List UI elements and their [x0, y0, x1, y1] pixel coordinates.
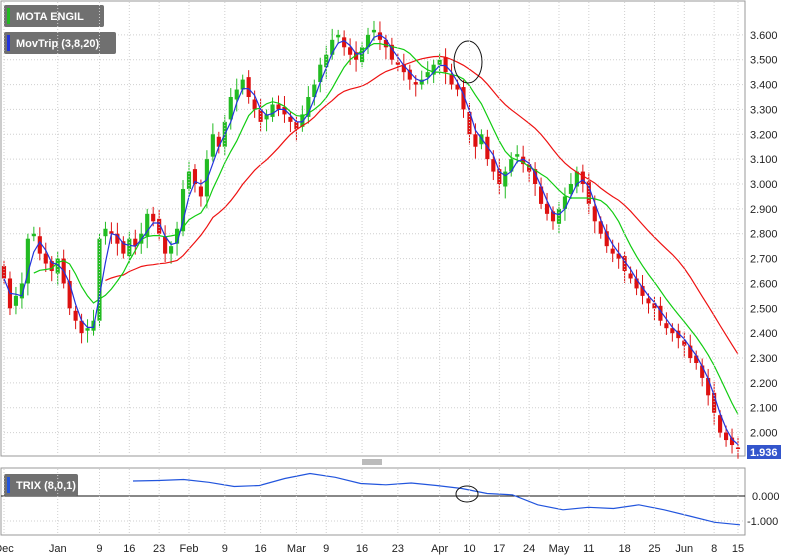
candle-body: [276, 104, 281, 110]
x-tick-label: Apr: [431, 543, 448, 555]
x-axis: Dec Jan 9 16 23 Feb 9 16 Mar 9 16 23 Apr 10 17 24 May 11 1…: [0, 543, 744, 555]
panel-splitter[interactable]: [362, 459, 382, 465]
candle-body: [610, 248, 615, 254]
price-tick-label: 3.400: [750, 80, 778, 92]
candle-body: [515, 154, 520, 157]
candle-body: [723, 432, 729, 441]
candle-body: [127, 238, 132, 257]
candle-body: [43, 253, 48, 264]
x-tick-label: 25: [648, 543, 660, 555]
candle-body: [664, 323, 669, 329]
candle-body: [73, 310, 78, 321]
price-tick-label: 3.500: [750, 55, 778, 67]
x-tick-label: Feb: [180, 543, 199, 555]
x-tick-label: 9: [323, 543, 329, 555]
price-tick-label: 2.200: [750, 378, 778, 390]
candle-body: [413, 82, 418, 85]
candle-body: [204, 159, 209, 197]
price-tick-label: 2.100: [750, 403, 778, 415]
candle-body: [449, 74, 454, 85]
title-legend: MOTA ENGIL: [4, 5, 104, 27]
chart-title: MOTA ENGIL: [16, 11, 84, 23]
price-tick-label: 2.600: [750, 278, 778, 290]
chart-svg: 2.000 2.100 2.200 2.300 2.400 2.500 2.600 2.700…: [0, 0, 781, 555]
candle-body: [628, 273, 633, 279]
x-tick-label: 23: [153, 543, 165, 555]
candle-body: [13, 295, 19, 306]
trix-axis: 0.000 -1.000: [747, 491, 780, 528]
candle-body: [735, 447, 741, 450]
x-tick-label: 18: [618, 543, 630, 555]
x-tick-label: Jun: [675, 543, 693, 555]
candle-body: [646, 298, 651, 304]
price-tick-label: 2.800: [750, 229, 778, 241]
candle-body: [240, 79, 245, 90]
trix-tick-label: 0.000: [752, 491, 780, 503]
x-tick-label: 16: [254, 543, 266, 555]
candle-body: [246, 77, 251, 98]
price-tick-label: 2.500: [750, 303, 778, 315]
x-tick-label: Jan: [49, 543, 67, 555]
price-tick-label: 3.200: [750, 129, 778, 141]
candle-body: [473, 134, 478, 147]
candle-body: [103, 228, 108, 237]
price-tick-label: 2.900: [750, 204, 778, 216]
trix-label: TRIX (8,0,1): [16, 480, 76, 492]
trix-tick-label: -1.000: [747, 516, 778, 528]
price-tick-label: 3.100: [750, 154, 778, 166]
x-tick-label: 15: [732, 543, 744, 555]
x-tick-label: 9: [222, 543, 228, 555]
price-tick-label: 3.000: [750, 179, 778, 191]
candle-body: [443, 57, 448, 73]
price-tick-label: 2.000: [750, 428, 778, 440]
price-axis: 2.000 2.100 2.200 2.300 2.400 2.500 2.600 2.700…: [750, 30, 778, 440]
price-panel: [0, 0, 746, 457]
candle-body: [151, 213, 156, 222]
last-price-tag: 1.936: [747, 445, 781, 459]
x-tick-label: 17: [493, 543, 505, 555]
candle-body: [210, 134, 215, 157]
candle-body: [198, 186, 203, 197]
x-tick-label: 16: [356, 543, 368, 555]
last-price: 1.936: [750, 447, 778, 459]
x-tick-label: Dec: [0, 543, 14, 555]
x-tick-label: 8: [711, 543, 717, 555]
price-tick-label: 3.600: [750, 30, 778, 42]
candle-body: [491, 159, 496, 172]
candle-body: [503, 171, 508, 187]
x-tick-label: 23: [392, 543, 404, 555]
trix-legend: TRIX (8,0,1): [4, 474, 78, 496]
price-tick-label: 2.700: [750, 254, 778, 266]
candle-body: [169, 246, 174, 254]
candle-body: [31, 233, 36, 237]
x-tick-label: 24: [523, 543, 535, 555]
candle-body: [706, 377, 711, 396]
candle-body: [371, 29, 377, 33]
candle-body: [85, 328, 90, 331]
x-tick-label: Mar: [287, 543, 306, 555]
x-tick-label: May: [549, 543, 570, 555]
candle-body: [252, 99, 257, 110]
x-tick-label: 16: [123, 543, 135, 555]
price-tick-label: 2.300: [750, 353, 778, 365]
x-tick-label: 11: [583, 543, 594, 555]
candle-body: [186, 171, 192, 189]
candle-body: [544, 203, 550, 214]
x-tick-label: 9: [96, 543, 102, 555]
candle-body: [216, 136, 221, 147]
candle-body: [270, 104, 275, 117]
price-tick-label: 3.300: [750, 104, 778, 116]
price-tick-label: 2.400: [750, 328, 778, 340]
trix-panel: [0, 467, 746, 536]
candle-body: [336, 34, 341, 38]
x-tick-label: 10: [463, 543, 475, 555]
